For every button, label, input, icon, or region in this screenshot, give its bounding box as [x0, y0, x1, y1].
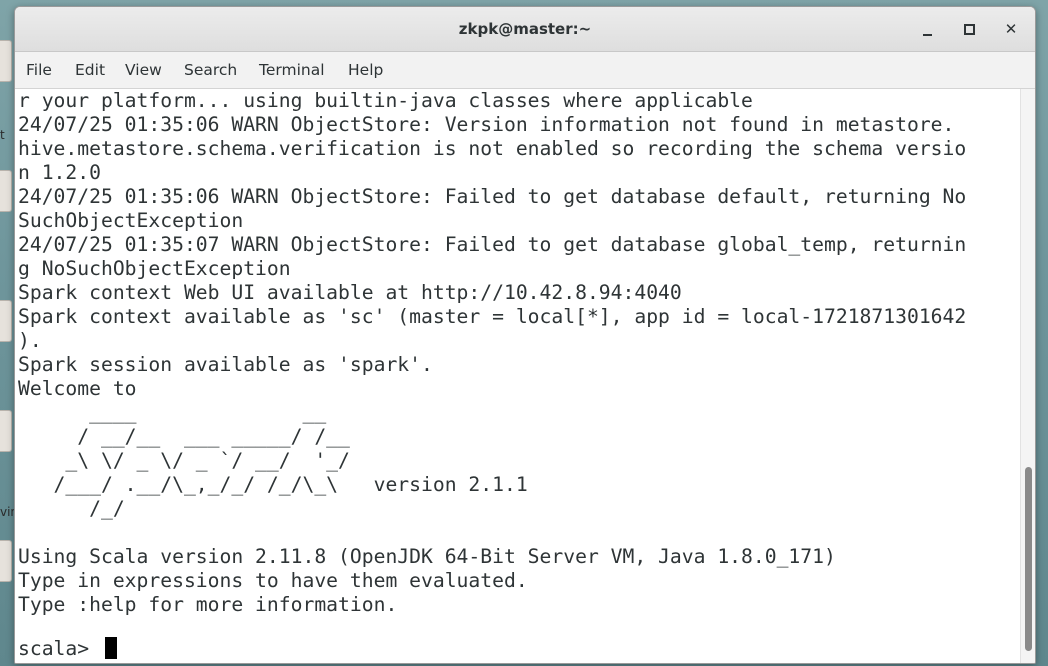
terminal-line: Spark session available as 'spark'. — [18, 353, 433, 376]
scala-prompt[interactable]: scala> — [18, 637, 101, 661]
vertical-scrollbar[interactable] — [1020, 89, 1035, 663]
menu-bar: File Edit View Search Terminal Help — [15, 52, 1035, 89]
spark-ascii-logo-line: /___/ .__/\_,_/_/ /_/\_\ version 2.1.1 — [18, 473, 528, 496]
menu-view[interactable]: View — [125, 52, 162, 88]
terminal-line: hive.metastore.schema.verification is no… — [18, 137, 967, 160]
minimize-icon — [922, 33, 932, 36]
terminal-line: 24/07/25 01:35:07 WARN ObjectStore: Fail… — [18, 233, 967, 256]
spark-ascii-logo-line: /_/ — [18, 497, 125, 520]
terminal-line: Type in expressions to have them evaluat… — [18, 569, 528, 592]
minimize-button[interactable] — [913, 17, 941, 41]
terminal-line: Type :help for more information. — [18, 593, 398, 616]
terminal-line: 24/07/25 01:35:06 WARN ObjectStore: Fail… — [18, 185, 967, 208]
terminal-line: n 1.2.0 — [18, 161, 101, 184]
terminal-line: Spark context available as 'sc' (master … — [18, 305, 967, 328]
close-icon: ✕ — [1004, 20, 1018, 38]
desktop-icon[interactable] — [0, 410, 12, 452]
menu-edit[interactable]: Edit — [75, 52, 105, 88]
close-button[interactable]: ✕ — [997, 17, 1025, 41]
spark-ascii-logo-line: ____ __ — [18, 401, 327, 424]
terminal-line: Using Scala version 2.11.8 (OpenJDK 64-B… — [18, 545, 836, 568]
terminal-output[interactable]: r your platform... using builtin-java cl… — [15, 89, 1019, 663]
maximize-button[interactable] — [955, 17, 983, 41]
scrollbar-thumb[interactable] — [1025, 467, 1032, 651]
desktop-icon-label: t — [0, 128, 5, 142]
menu-file[interactable]: File — [26, 52, 52, 88]
menu-search[interactable]: Search — [184, 52, 237, 88]
terminal-line: Welcome to — [18, 377, 137, 400]
terminal-line: r your platform... using builtin-java cl… — [18, 89, 753, 112]
text-cursor — [105, 637, 117, 659]
desktop-background: t vin — [0, 0, 18, 666]
desktop-icon[interactable] — [0, 300, 12, 342]
terminal-line: ). — [18, 329, 42, 352]
terminal-line: SuchObjectException — [18, 209, 244, 232]
terminal-line: 24/07/25 01:35:06 WARN ObjectStore: Vers… — [18, 113, 955, 136]
desktop-icon[interactable] — [0, 170, 12, 212]
window-title: zkpk@master:~ — [458, 20, 592, 38]
menu-terminal[interactable]: Terminal — [259, 52, 325, 88]
menu-help[interactable]: Help — [348, 52, 383, 88]
maximize-icon — [963, 24, 975, 35]
spark-ascii-logo-line: _\ \/ _ \/ _ `/ __/ '_/ — [18, 449, 350, 472]
desktop-icon[interactable] — [0, 540, 12, 582]
desktop-icon[interactable] — [0, 40, 12, 82]
title-bar[interactable]: zkpk@master:~ ✕ — [15, 7, 1035, 52]
spark-ascii-logo-line: / __/__ ___ _____/ /__ — [18, 425, 350, 448]
terminal-window: zkpk@master:~ ✕ File Edit View Search Te… — [14, 6, 1036, 664]
terminal-line: g NoSuchObjectException — [18, 257, 291, 280]
terminal-line: Spark context Web UI available at http:/… — [18, 281, 682, 304]
